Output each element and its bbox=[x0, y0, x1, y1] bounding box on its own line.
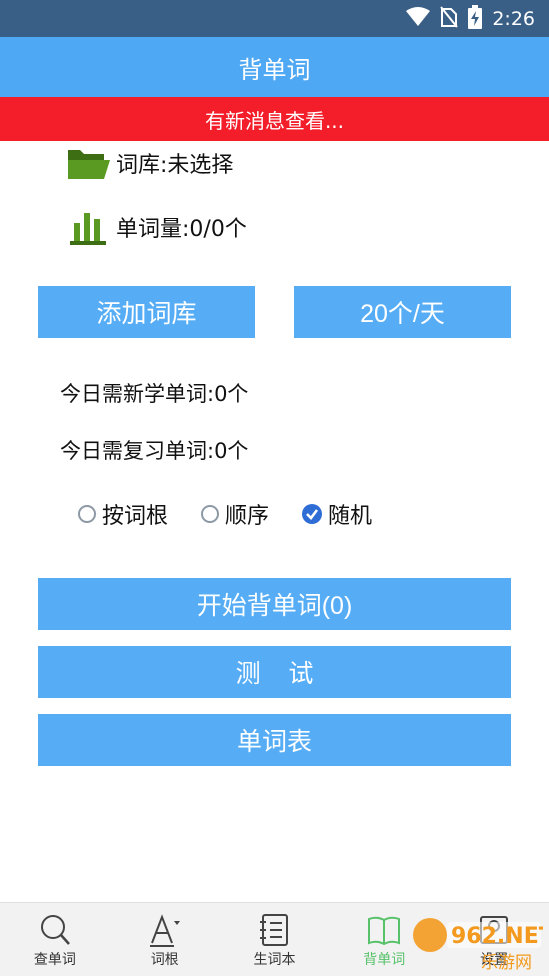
word-count-label: 单词量:0/0个 bbox=[116, 217, 247, 242]
radio-button-checked[interactable] bbox=[302, 504, 323, 524]
radio-button-unchecked[interactable] bbox=[78, 505, 96, 523]
checkmark-icon bbox=[306, 509, 319, 520]
no-sim-icon bbox=[440, 5, 459, 32]
bottom-tab-bar: 查单词 词根 生词本 背单词 设置 bbox=[0, 902, 549, 976]
status-icons: 2:26 bbox=[406, 0, 535, 37]
radio-sequential[interactable]: 顺序 bbox=[201, 498, 269, 530]
search-icon bbox=[38, 913, 72, 947]
add-library-button[interactable]: 添加词库 bbox=[38, 286, 255, 338]
status-bar: 2:26 bbox=[0, 0, 549, 37]
radio-label: 按词根 bbox=[102, 504, 169, 529]
tab-memorize[interactable]: 背单词 bbox=[329, 903, 439, 976]
settings-icon bbox=[477, 913, 511, 947]
library-label: 词库:未选择 bbox=[116, 153, 234, 178]
order-radio-group: 按词根 顺序 随机 bbox=[78, 498, 405, 530]
notebook-icon bbox=[257, 913, 291, 947]
tab-label: 生词本 bbox=[253, 952, 296, 968]
library-info-row: 词库:未选择 bbox=[66, 143, 233, 183]
tab-roots[interactable]: 词根 bbox=[110, 903, 220, 976]
radio-random[interactable]: 随机 bbox=[302, 498, 372, 530]
battery-charging-icon bbox=[468, 4, 483, 33]
review-words-today: 今日需复习单词:0个 bbox=[60, 439, 249, 463]
app-bar-title: 背单词 bbox=[0, 37, 549, 97]
word-count-row: 单词量:0/0个 bbox=[66, 207, 247, 247]
tab-label: 词根 bbox=[150, 952, 179, 968]
letter-a-icon bbox=[148, 913, 182, 947]
test-button[interactable]: 测 试 bbox=[38, 646, 511, 698]
radio-button-unchecked[interactable] bbox=[201, 505, 220, 523]
tab-lookup[interactable]: 查单词 bbox=[0, 903, 110, 976]
tab-label: 设置 bbox=[480, 952, 509, 968]
folder-icon bbox=[66, 143, 110, 183]
tab-label: 背单词 bbox=[363, 952, 406, 968]
tab-label: 查单词 bbox=[33, 952, 76, 968]
radio-by-root[interactable]: 按词根 bbox=[78, 498, 168, 530]
start-memorize-button[interactable]: 开始背单词(0) bbox=[38, 578, 511, 630]
open-book-icon bbox=[367, 913, 401, 947]
tab-settings[interactable]: 设置 bbox=[439, 903, 549, 976]
new-message-notice[interactable]: 有新消息查看... bbox=[0, 97, 549, 141]
radio-label: 随机 bbox=[328, 504, 373, 529]
wifi-icon bbox=[406, 6, 431, 31]
word-list-button[interactable]: 单词表 bbox=[38, 714, 511, 766]
words-per-day-button[interactable]: 20个/天 bbox=[294, 286, 511, 338]
clock-time: 2:26 bbox=[492, 7, 535, 30]
tab-vocabulary-book[interactable]: 生词本 bbox=[220, 903, 330, 976]
bar-chart-icon bbox=[66, 207, 110, 247]
radio-label: 顺序 bbox=[225, 504, 270, 529]
new-words-today: 今日需新学单词:0个 bbox=[60, 382, 249, 406]
